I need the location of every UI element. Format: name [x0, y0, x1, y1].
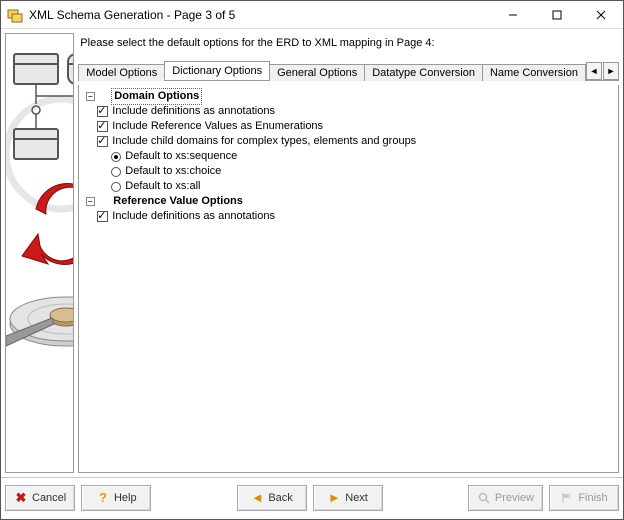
tab-name-conversion[interactable]: Name Conversion	[482, 64, 586, 81]
label-default-xs-choice: Default to xs:choice	[125, 164, 221, 179]
check-domain-include-reference-values[interactable]	[97, 121, 108, 132]
options-tree: − Domain Options Include definitions as …	[78, 85, 619, 473]
cancel-icon: ✖	[14, 491, 28, 505]
radio-default-xs-all[interactable]	[111, 182, 121, 192]
label-domain-include-reference-values: Include Reference Values as Enumerations	[112, 119, 323, 134]
group-domain-options[interactable]: Domain Options	[111, 88, 202, 105]
tab-scroll-left-button[interactable]: ◄	[586, 62, 602, 80]
back-button[interactable]: ◄ Back	[237, 485, 307, 511]
tab-dictionary-options[interactable]: Dictionary Options	[164, 61, 270, 80]
maximize-button[interactable]	[535, 1, 579, 29]
finish-flag-icon	[560, 491, 574, 505]
back-button-label: Back	[268, 492, 292, 504]
radio-default-xs-choice[interactable]	[111, 167, 121, 177]
check-domain-include-child-domains[interactable]	[97, 136, 108, 147]
label-refval-include-definitions: Include definitions as annotations	[112, 209, 275, 224]
expander-reference-value-options[interactable]: −	[86, 197, 95, 206]
button-bar: ✖ Cancel ? Help ◄ Back ► Next Preview Fi…	[1, 477, 623, 517]
arrow-left-icon: ◄	[250, 491, 264, 505]
instruction-text: Please select the default options for th…	[78, 33, 619, 55]
group-reference-value-options[interactable]: Reference Value Options	[111, 194, 245, 209]
app-icon	[7, 7, 23, 23]
tab-strip: Model Options Dictionary Options General…	[78, 59, 619, 81]
titlebar: XML Schema Generation - Page 3 of 5	[1, 1, 623, 29]
window-title: XML Schema Generation - Page 3 of 5	[29, 8, 491, 22]
close-button[interactable]	[579, 1, 623, 29]
label-domain-include-definitions: Include definitions as annotations	[112, 104, 275, 119]
minimize-button[interactable]	[491, 1, 535, 29]
arrow-right-icon: ►	[327, 491, 341, 505]
tab-general-options[interactable]: General Options	[269, 64, 365, 81]
radio-default-xs-sequence[interactable]	[111, 152, 121, 162]
main-pane: Please select the default options for th…	[78, 33, 619, 473]
tab-scroll-right-button[interactable]: ►	[603, 62, 619, 80]
tab-datatype-conversion[interactable]: Datatype Conversion	[364, 64, 483, 81]
expander-domain-options[interactable]: −	[86, 92, 95, 101]
cancel-button[interactable]: ✖ Cancel	[5, 485, 75, 511]
next-button[interactable]: ► Next	[313, 485, 383, 511]
wizard-graphic	[5, 33, 74, 473]
finish-button-label: Finish	[578, 492, 607, 504]
label-default-xs-all: Default to xs:all	[125, 179, 200, 194]
check-refval-include-definitions[interactable]	[97, 211, 108, 222]
label-default-xs-sequence: Default to xs:sequence	[125, 149, 237, 164]
check-domain-include-definitions[interactable]	[97, 106, 108, 117]
cancel-button-label: Cancel	[32, 492, 66, 504]
preview-button-label: Preview	[495, 492, 534, 504]
label-domain-include-child-domains: Include child domains for complex types,…	[112, 134, 416, 149]
content-area: Please select the default options for th…	[1, 29, 623, 477]
preview-button[interactable]: Preview	[468, 485, 543, 511]
help-button-label: Help	[114, 492, 137, 504]
help-button[interactable]: ? Help	[81, 485, 151, 511]
tab-model-options[interactable]: Model Options	[78, 64, 165, 81]
help-icon: ?	[96, 491, 110, 505]
preview-icon	[477, 491, 491, 505]
next-button-label: Next	[345, 492, 368, 504]
finish-button[interactable]: Finish	[549, 485, 619, 511]
